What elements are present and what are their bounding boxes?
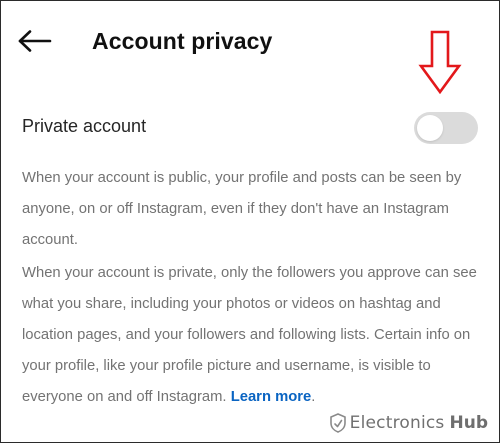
public-description: When your account is public, your profil… bbox=[22, 170, 462, 248]
page-title: Account privacy bbox=[92, 28, 273, 54]
watermark-brand: Electronics bbox=[349, 413, 445, 433]
sentence-period: . bbox=[311, 389, 316, 405]
private-account-toggle[interactable] bbox=[414, 112, 478, 144]
toggle-knob bbox=[417, 115, 443, 141]
arrow-left-icon[interactable] bbox=[18, 30, 52, 52]
private-description-text: When your account is private, only the f… bbox=[22, 265, 477, 405]
private-description: When your account is private, only the f… bbox=[22, 258, 484, 413]
shield-logo-icon bbox=[329, 413, 346, 433]
watermark-suffix: Hub bbox=[449, 413, 489, 433]
watermark: Electronics Hub bbox=[329, 410, 489, 436]
learn-more-link[interactable]: Learn more bbox=[231, 389, 312, 405]
private-account-label: Private account bbox=[22, 116, 147, 136]
private-account-row[interactable]: Private account bbox=[22, 112, 482, 144]
red-down-arrow-icon bbox=[418, 30, 462, 94]
